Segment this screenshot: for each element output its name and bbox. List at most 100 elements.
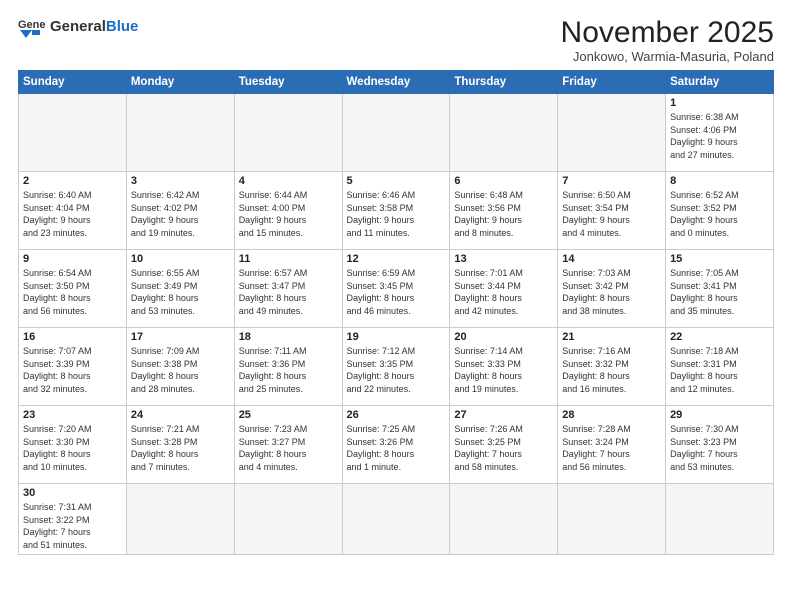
table-row: [234, 94, 342, 172]
day-info: Sunrise: 6:57 AM Sunset: 3:47 PM Dayligh…: [239, 267, 338, 317]
table-row: 9 Sunrise: 6:54 AM Sunset: 3:50 PM Daylig…: [19, 250, 127, 328]
day-info: Sunrise: 7:09 AM Sunset: 3:38 PM Dayligh…: [131, 345, 230, 395]
day-info: Sunrise: 7:28 AM Sunset: 3:24 PM Dayligh…: [562, 423, 661, 473]
table-row: 25 Sunrise: 7:23 AM Sunset: 3:27 PM Dayli…: [234, 406, 342, 484]
calendar-week-row: 2Sunrise: 6:40 AM Sunset: 4:04 PM Daylig…: [19, 172, 774, 250]
day-info: Sunrise: 7:31 AM Sunset: 3:22 PM Dayligh…: [23, 501, 122, 551]
day-number: 4: [239, 175, 338, 187]
col-sunday: Sunday: [19, 71, 127, 94]
table-row: 23Sunrise: 7:20 AM Sunset: 3:30 PM Dayli…: [19, 406, 127, 484]
day-number: 17: [131, 331, 230, 343]
day-number: 22: [670, 331, 769, 343]
table-row: 12Sunrise: 6:59 AM Sunset: 3:45 PM Dayli…: [342, 250, 450, 328]
table-row: 29 Sunrise: 7:30 AM Sunset: 3:23 PM Dayli…: [666, 406, 774, 484]
calendar-week-row: 23Sunrise: 7:20 AM Sunset: 3:30 PM Dayli…: [19, 406, 774, 484]
day-number: 13: [454, 253, 553, 265]
table-row: 7 Sunrise: 6:50 AM Sunset: 3:54 PM Daylig…: [558, 172, 666, 250]
day-number: 20: [454, 331, 553, 343]
day-info: Sunrise: 6:48 AM Sunset: 3:56 PM Dayligh…: [454, 189, 553, 239]
day-number: 12: [347, 253, 446, 265]
table-row: [126, 94, 234, 172]
col-monday: Monday: [126, 71, 234, 94]
col-wednesday: Wednesday: [342, 71, 450, 94]
table-row: 11Sunrise: 6:57 AM Sunset: 3:47 PM Dayli…: [234, 250, 342, 328]
table-row: 1 Sunrise: 6:38 AM Sunset: 4:06 PM Daylig…: [666, 94, 774, 172]
logo-icon: General: [18, 16, 46, 38]
table-row: [234, 484, 342, 555]
day-number: 14: [562, 253, 661, 265]
day-number: 25: [239, 409, 338, 421]
table-row: 16Sunrise: 7:07 AM Sunset: 3:39 PM Dayli…: [19, 328, 127, 406]
day-number: 30: [23, 487, 122, 499]
day-number: 7: [562, 175, 661, 187]
day-number: 15: [670, 253, 769, 265]
day-number: 8: [670, 175, 769, 187]
table-row: [342, 94, 450, 172]
table-row: 28Sunrise: 7:28 AM Sunset: 3:24 PM Dayli…: [558, 406, 666, 484]
day-info: Sunrise: 7:03 AM Sunset: 3:42 PM Dayligh…: [562, 267, 661, 317]
day-info: Sunrise: 7:30 AM Sunset: 3:23 PM Dayligh…: [670, 423, 769, 473]
table-row: 19Sunrise: 7:12 AM Sunset: 3:35 PM Dayli…: [342, 328, 450, 406]
day-number: 27: [454, 409, 553, 421]
logo-text: GeneralBlue: [50, 18, 138, 36]
day-number: 6: [454, 175, 553, 187]
page: General GeneralBlue November 2025 Jonkow…: [0, 0, 792, 612]
calendar-header-row: Sunday Monday Tuesday Wednesday Thursday…: [19, 71, 774, 94]
day-info: Sunrise: 7:25 AM Sunset: 3:26 PM Dayligh…: [347, 423, 446, 473]
day-number: 5: [347, 175, 446, 187]
day-number: 2: [23, 175, 122, 187]
table-row: [342, 484, 450, 555]
calendar-week-row: 1 Sunrise: 6:38 AM Sunset: 4:06 PM Daylig…: [19, 94, 774, 172]
table-row: 10 Sunrise: 6:55 AM Sunset: 3:49 PM Dayli…: [126, 250, 234, 328]
day-number: 29: [670, 409, 769, 421]
table-row: [450, 484, 558, 555]
day-number: 16: [23, 331, 122, 343]
day-info: Sunrise: 7:21 AM Sunset: 3:28 PM Dayligh…: [131, 423, 230, 473]
day-number: 24: [131, 409, 230, 421]
table-row: 3Sunrise: 6:42 AM Sunset: 4:02 PM Daylig…: [126, 172, 234, 250]
table-row: 18Sunrise: 7:11 AM Sunset: 3:36 PM Dayli…: [234, 328, 342, 406]
day-info: Sunrise: 6:50 AM Sunset: 3:54 PM Dayligh…: [562, 189, 661, 239]
day-info: Sunrise: 7:11 AM Sunset: 3:36 PM Dayligh…: [239, 345, 338, 395]
table-row: 6 Sunrise: 6:48 AM Sunset: 3:56 PM Daylig…: [450, 172, 558, 250]
col-saturday: Saturday: [666, 71, 774, 94]
calendar: Sunday Monday Tuesday Wednesday Thursday…: [18, 70, 774, 555]
day-info: Sunrise: 6:38 AM Sunset: 4:06 PM Dayligh…: [670, 111, 769, 161]
col-tuesday: Tuesday: [234, 71, 342, 94]
calendar-week-row: 9 Sunrise: 6:54 AM Sunset: 3:50 PM Daylig…: [19, 250, 774, 328]
day-info: Sunrise: 7:12 AM Sunset: 3:35 PM Dayligh…: [347, 345, 446, 395]
day-number: 9: [23, 253, 122, 265]
table-row: 21Sunrise: 7:16 AM Sunset: 3:32 PM Dayli…: [558, 328, 666, 406]
day-info: Sunrise: 7:20 AM Sunset: 3:30 PM Dayligh…: [23, 423, 122, 473]
calendar-week-row: 30 Sunrise: 7:31 AM Sunset: 3:22 PM Dayli…: [19, 484, 774, 555]
table-row: 2Sunrise: 6:40 AM Sunset: 4:04 PM Daylig…: [19, 172, 127, 250]
day-number: 3: [131, 175, 230, 187]
day-info: Sunrise: 6:52 AM Sunset: 3:52 PM Dayligh…: [670, 189, 769, 239]
day-info: Sunrise: 6:54 AM Sunset: 3:50 PM Dayligh…: [23, 267, 122, 317]
table-row: 8 Sunrise: 6:52 AM Sunset: 3:52 PM Daylig…: [666, 172, 774, 250]
table-row: 24 Sunrise: 7:21 AM Sunset: 3:28 PM Dayli…: [126, 406, 234, 484]
table-row: 13Sunrise: 7:01 AM Sunset: 3:44 PM Dayli…: [450, 250, 558, 328]
day-number: 10: [131, 253, 230, 265]
table-row: [126, 484, 234, 555]
location: Jonkowo, Warmia-Masuria, Poland: [561, 49, 774, 64]
col-thursday: Thursday: [450, 71, 558, 94]
logo: General GeneralBlue: [18, 16, 138, 38]
table-row: [666, 484, 774, 555]
day-info: Sunrise: 6:44 AM Sunset: 4:00 PM Dayligh…: [239, 189, 338, 239]
col-friday: Friday: [558, 71, 666, 94]
day-number: 26: [347, 409, 446, 421]
table-row: [558, 484, 666, 555]
table-row: 22Sunrise: 7:18 AM Sunset: 3:31 PM Dayli…: [666, 328, 774, 406]
table-row: 5Sunrise: 6:46 AM Sunset: 3:58 PM Daylig…: [342, 172, 450, 250]
day-info: Sunrise: 7:23 AM Sunset: 3:27 PM Dayligh…: [239, 423, 338, 473]
table-row: [558, 94, 666, 172]
table-row: 20Sunrise: 7:14 AM Sunset: 3:33 PM Dayli…: [450, 328, 558, 406]
svg-text:General: General: [18, 19, 46, 31]
day-info: Sunrise: 7:26 AM Sunset: 3:25 PM Dayligh…: [454, 423, 553, 473]
day-info: Sunrise: 6:55 AM Sunset: 3:49 PM Dayligh…: [131, 267, 230, 317]
day-info: Sunrise: 7:16 AM Sunset: 3:32 PM Dayligh…: [562, 345, 661, 395]
table-row: 17 Sunrise: 7:09 AM Sunset: 3:38 PM Dayli…: [126, 328, 234, 406]
day-number: 1: [670, 97, 769, 109]
table-row: 27 Sunrise: 7:26 AM Sunset: 3:25 PM Dayli…: [450, 406, 558, 484]
